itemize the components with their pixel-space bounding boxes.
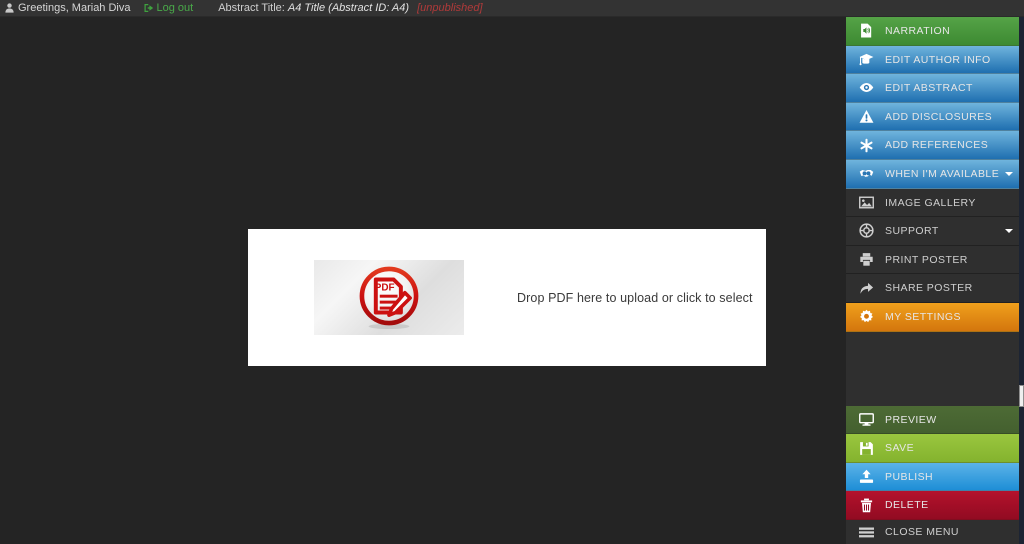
sidebar-item-add-disclosures[interactable]: ADD DISCLOSURES [846, 102, 1024, 132]
sidebar-empty-space [846, 331, 1024, 404]
image-icon [855, 195, 877, 210]
dropzone-label: Drop PDF here to upload or click to sele… [517, 290, 753, 305]
sidebar-action-list: PREVIEW SAVE PUBLISH DELETE [846, 405, 1024, 520]
monitor-icon [855, 412, 877, 427]
sidebar-item-edit-abstract[interactable]: EDIT ABSTRACT [846, 74, 1024, 103]
upload-icon [855, 469, 877, 484]
sidebar-action-group: PREVIEW SAVE PUBLISH DELETE CLOSE MENU [846, 405, 1024, 544]
asterisk-icon [855, 138, 877, 153]
abstract-title-prefix: Abstract Title: [218, 2, 285, 14]
logout-button[interactable]: Log out [144, 2, 194, 14]
user-icon [5, 3, 14, 13]
sidebar-item-label: NARRATION [885, 25, 951, 38]
sidebar-item-publish[interactable]: PUBLISH [846, 462, 1024, 492]
right-sidebar-menu: NARRATION EDIT AUTHOR INFO EDIT ABSTRACT AD… [846, 17, 1024, 544]
printer-icon [855, 252, 877, 267]
warning-triangle-icon [855, 109, 877, 124]
trash-can-icon [855, 498, 877, 513]
status-badge: [unpublished] [417, 2, 483, 14]
sidebar-menu-list: NARRATION EDIT AUTHOR INFO EDIT ABSTRACT AD… [846, 17, 1024, 332]
abstract-title-value: A4 Title (Abstract ID: A4) [287, 2, 410, 14]
life-ring-icon [855, 223, 877, 239]
pdf-document-icon[interactable]: PDF [314, 260, 464, 335]
sidebar-item-label: PRINT POSTER [885, 253, 968, 266]
sidebar-item-label: EDIT AUTHOR INFO [885, 53, 991, 66]
abstract-info: Abstract Title: A4 Title (Abstract ID: A… [218, 2, 482, 14]
sidebar-item-label: ADD DISCLOSURES [885, 110, 993, 123]
sidebar-item-share-poster[interactable]: SHARE POSTER [846, 274, 1024, 303]
sidebar-item-label: SUPPORT [885, 225, 939, 238]
graduation-cap-icon [855, 52, 877, 67]
floppy-disk-icon [855, 441, 877, 456]
main-stage: PDF Drop PDF here to upload or click to … [0, 17, 846, 544]
svg-text:PDF: PDF [375, 282, 395, 293]
top-bar: Greetings, Mariah Diva Log out Abstract … [0, 0, 1024, 17]
sidebar-item-my-settings[interactable]: MY SETTINGS [846, 302, 1024, 332]
close-menu-button[interactable]: CLOSE MENU [846, 520, 1024, 544]
sidebar-scrollbar-thumb[interactable] [1019, 385, 1024, 407]
greeting-text: Greetings, Mariah Diva [18, 2, 131, 14]
sidebar-item-label: SHARE POSTER [885, 282, 973, 295]
handshake-icon [855, 166, 877, 181]
sidebar-item-image-gallery[interactable]: IMAGE GALLERY [846, 188, 1024, 218]
sidebar-item-when-i-m-available[interactable]: WHEN I'M AVAILABLE [846, 159, 1024, 189]
eye-icon [855, 80, 877, 95]
sidebar-item-save[interactable]: SAVE [846, 434, 1024, 463]
sidebar-item-label: PREVIEW [885, 413, 937, 426]
sidebar-item-label: IMAGE GALLERY [885, 196, 976, 209]
sidebar-item-label: PUBLISH [885, 470, 934, 483]
sidebar-item-label: EDIT ABSTRACT [885, 82, 973, 95]
sidebar-item-label: MY SETTINGS [885, 310, 961, 323]
chevron-down-icon[interactable] [1005, 171, 1013, 176]
gear-icon [855, 309, 877, 324]
sidebar-item-narration[interactable]: NARRATION [846, 17, 1024, 46]
close-menu-label: CLOSE MENU [885, 526, 959, 539]
sidebar-item-delete[interactable]: DELETE [846, 491, 1024, 520]
pdf-upload-panel[interactable]: PDF Drop PDF here to upload or click to … [248, 229, 766, 366]
hamburger-icon [855, 527, 877, 538]
logout-label: Log out [156, 2, 194, 14]
sidebar-item-support[interactable]: SUPPORT [846, 217, 1024, 246]
sidebar-scrollbar-track[interactable] [1019, 17, 1024, 544]
sidebar-item-print-poster[interactable]: PRINT POSTER [846, 245, 1024, 275]
logout-arrow-icon [144, 3, 154, 13]
sidebar-item-preview[interactable]: PREVIEW [846, 405, 1024, 435]
chevron-down-icon[interactable] [1005, 228, 1013, 233]
sidebar-item-label: SAVE [885, 442, 915, 455]
sidebar-item-label: ADD REFERENCES [885, 139, 989, 152]
share-arrow-icon [855, 281, 877, 296]
sidebar-item-label: DELETE [885, 499, 929, 512]
narration-audio-document-icon [855, 23, 877, 38]
sidebar-item-edit-author-info[interactable]: EDIT AUTHOR INFO [846, 45, 1024, 75]
sidebar-item-label: WHEN I'M AVAILABLE [885, 168, 1000, 181]
sidebar-item-add-references[interactable]: ADD REFERENCES [846, 131, 1024, 160]
